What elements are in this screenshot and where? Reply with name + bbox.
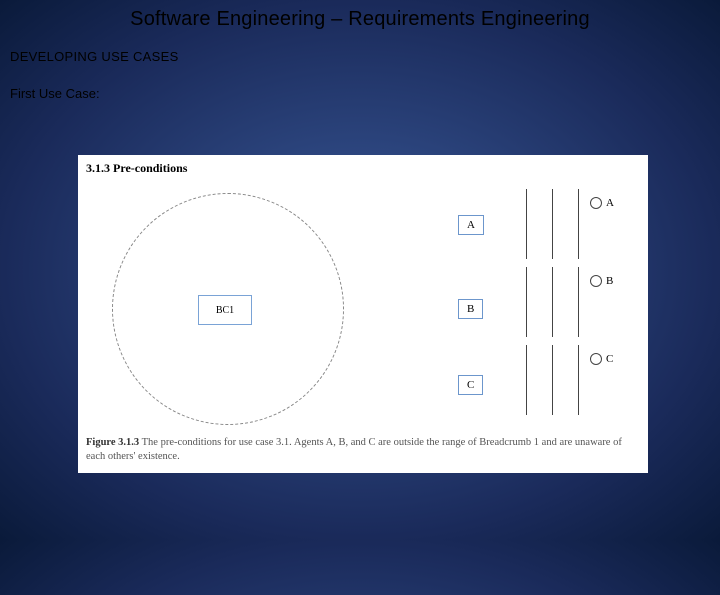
agent-label-c: C [606,353,613,365]
figure-heading: 3.1.3 Pre-conditions [78,155,648,176]
figure-caption: Figure 3.1.3 The pre-conditions for use … [86,436,640,465]
slide-title: Software Engineering – Requirements Engi… [0,0,720,31]
agent-marker-a: A [590,197,614,209]
agent-marker-b: B [590,275,613,287]
agent-circle-icon [590,353,602,365]
agent-circle-icon [590,197,602,209]
agent-label-a: A [606,197,614,209]
caption-lead: Figure 3.1.3 [86,437,139,448]
subheading: First Use Case: [0,64,720,101]
figure-panel: 3.1.3 Pre-conditions BC1 A B C A B C Fig… [78,155,648,473]
breadcrumb-node: BC1 [198,295,252,325]
section-heading: DEVELOPING USE CASES [0,31,720,64]
caption-text: The pre-conditions for use case 3.1. Age… [86,437,622,463]
node-box-a: A [458,215,484,235]
diagram-area: BC1 A B C A B C [78,179,648,429]
node-box-b: B [458,299,483,319]
agent-marker-c: C [590,353,613,365]
agent-label-b: B [606,275,613,287]
agent-circle-icon [590,275,602,287]
node-box-c: C [458,375,483,395]
